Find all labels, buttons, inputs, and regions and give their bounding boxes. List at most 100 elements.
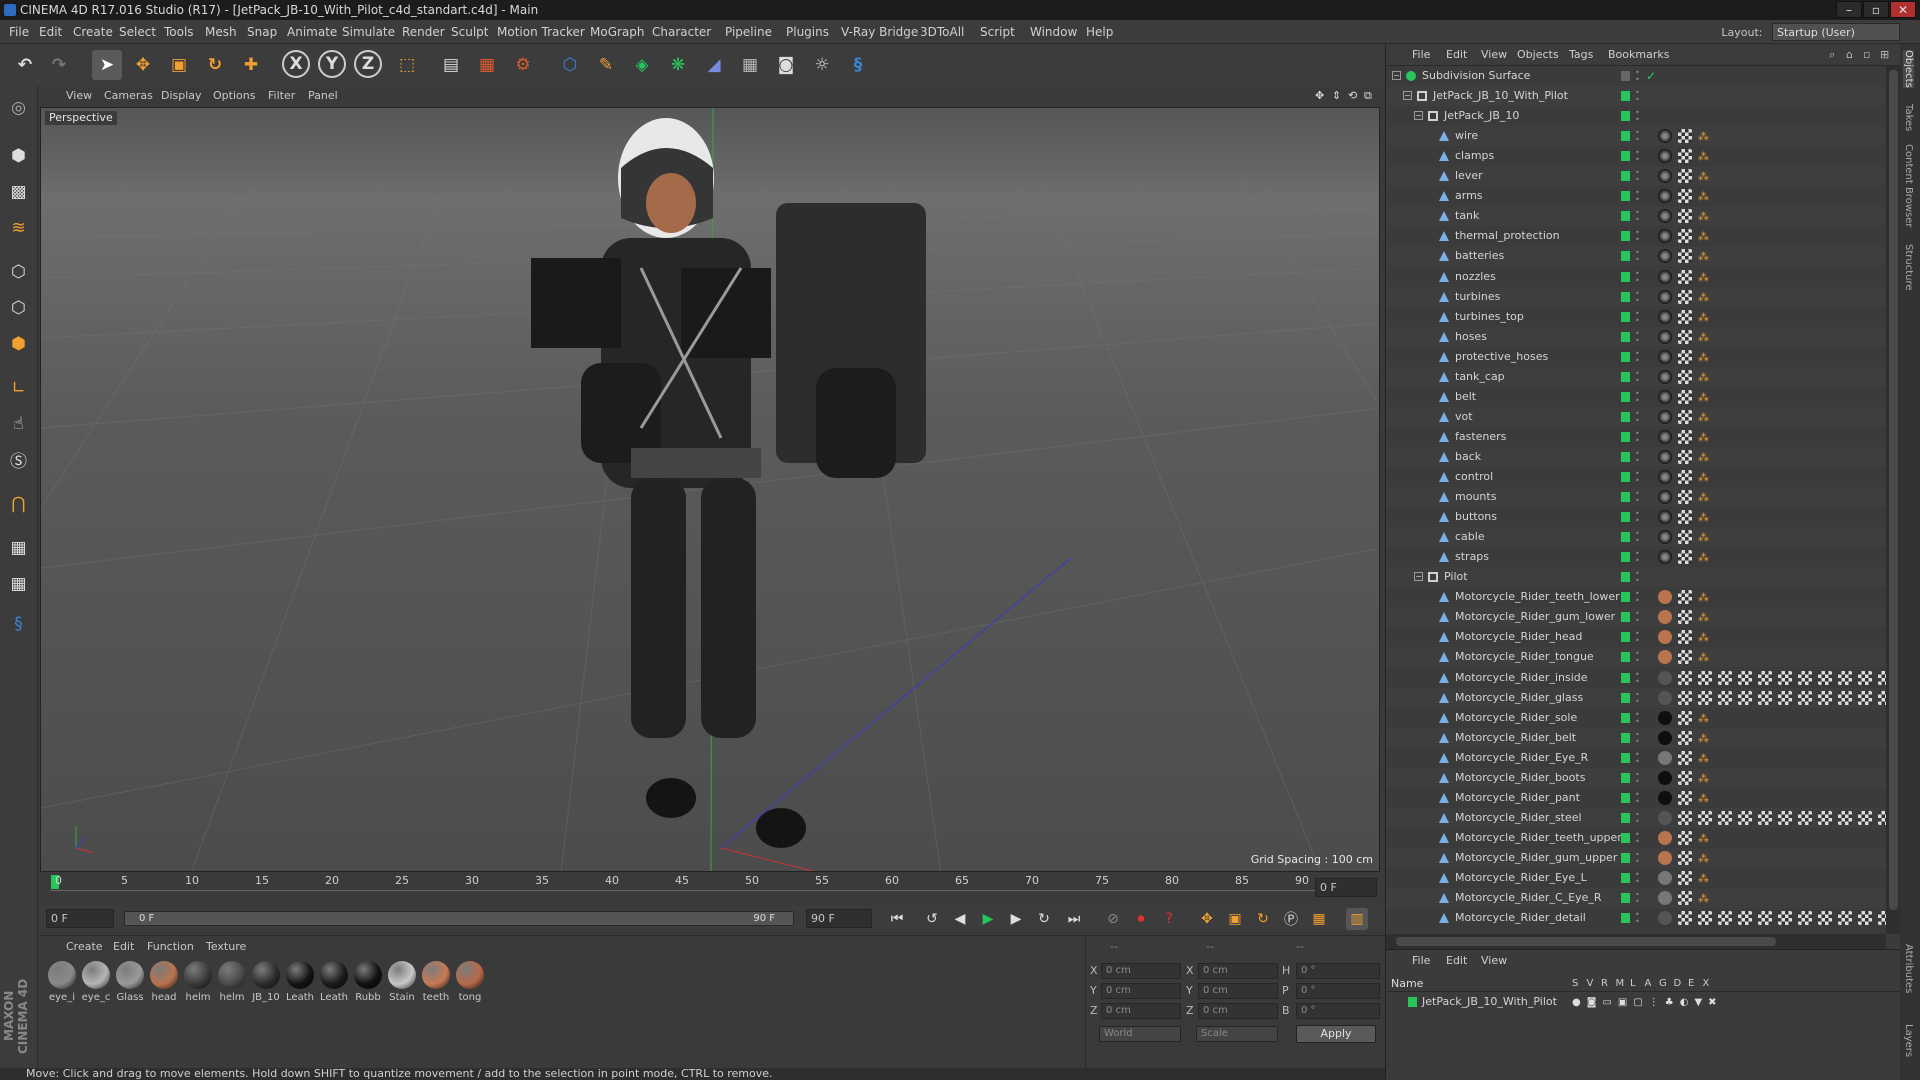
object-name[interactable]: hoses — [1455, 327, 1487, 347]
uvw-tag-icon[interactable] — [1678, 209, 1692, 223]
light-icon[interactable]: ☼ — [807, 50, 837, 80]
material-tag-icon[interactable] — [1658, 270, 1672, 284]
axis-z-button[interactable]: Z — [354, 50, 382, 78]
uvw-tag-icon[interactable] — [1718, 911, 1732, 925]
object-name[interactable]: Motorcycle_Rider_teeth_upper — [1455, 828, 1622, 848]
object-name[interactable]: control — [1455, 467, 1493, 487]
viewport-menu-cameras[interactable]: Cameras — [104, 86, 153, 106]
side-tab-content-browser[interactable]: Content Browser — [1903, 144, 1914, 227]
object-row[interactable]: tank • • ⁂ — [1386, 206, 1886, 226]
visibility-dots-icon[interactable]: • • — [1635, 811, 1640, 826]
coordinate-space-select[interactable]: World — [1099, 1026, 1181, 1042]
layer-color-swatch[interactable] — [1621, 773, 1630, 783]
uvw-tag-icon[interactable] — [1678, 691, 1692, 705]
rot-h-field[interactable]: 0 ° — [1296, 963, 1380, 979]
material-tag-icon[interactable] — [1658, 871, 1672, 885]
layer-color-swatch[interactable] — [1621, 512, 1630, 522]
uvw-tag-icon[interactable] — [1798, 811, 1812, 825]
phong-tag-icon[interactable]: ⁂ — [1698, 508, 1709, 528]
object-row[interactable]: cable • • ⁂ — [1386, 527, 1886, 547]
object-row[interactable]: batteries • • ⁂ — [1386, 246, 1886, 266]
uvw-tag-icon[interactable] — [1858, 671, 1872, 685]
side-tab-attributes[interactable]: Attributes — [1903, 944, 1914, 993]
keyframe-selection-icon[interactable]: ? — [1158, 908, 1180, 930]
object-name[interactable]: nozzles — [1455, 267, 1496, 287]
object-row[interactable]: Motorcycle_Rider_head • • ⁂ — [1386, 627, 1886, 647]
pos-x-field[interactable]: 0 cm — [1101, 963, 1181, 979]
layer-column-header[interactable]: V — [1587, 976, 1594, 992]
layer-color-swatch[interactable] — [1621, 312, 1630, 322]
layer-column-header[interactable]: A — [1645, 976, 1652, 992]
visibility-dots-icon[interactable]: • • — [1635, 209, 1640, 224]
object-row[interactable]: Motorcycle_Rider_sole • • ⁂ — [1386, 708, 1886, 728]
axis-y-button[interactable]: Y — [318, 50, 346, 78]
material-tag-icon[interactable] — [1658, 751, 1672, 765]
uvw-tag-icon[interactable] — [1678, 350, 1692, 364]
layer-column-header[interactable]: G — [1659, 976, 1667, 992]
points-mode-icon[interactable]: ⬡ — [3, 256, 34, 287]
object-row[interactable]: Motorcycle_Rider_glass • • — [1386, 688, 1886, 708]
visibility-dots-icon[interactable]: • • — [1635, 430, 1640, 445]
material-menu-function[interactable]: Function — [147, 938, 194, 956]
material-tag-icon[interactable] — [1658, 450, 1672, 464]
layer-color-swatch[interactable] — [1621, 392, 1630, 402]
layer-color-swatch[interactable] — [1621, 131, 1630, 141]
layer-color-swatch[interactable] — [1621, 612, 1630, 622]
uvw-tag-icon[interactable] — [1718, 811, 1732, 825]
uvw-tag-icon[interactable] — [1678, 590, 1692, 604]
uvw-tag-icon[interactable] — [1738, 671, 1752, 685]
object-name[interactable]: back — [1455, 447, 1481, 467]
material-tag-icon[interactable] — [1658, 630, 1672, 644]
layer-color-swatch[interactable] — [1621, 71, 1630, 81]
object-row[interactable]: Motorcycle_Rider_inside • • — [1386, 668, 1886, 688]
material-tag-icon[interactable] — [1658, 149, 1672, 163]
menu-render[interactable]: Render — [402, 20, 445, 44]
uvw-tag-icon[interactable] — [1698, 811, 1712, 825]
layer-color-swatch[interactable] — [1621, 673, 1630, 683]
next-key-icon[interactable]: ↻ — [1033, 908, 1055, 930]
menu-character[interactable]: Character — [652, 20, 711, 44]
object-name[interactable]: Motorcycle_Rider_detail — [1455, 908, 1586, 928]
layer-row[interactable]: JetPack_JB_10_With_Pilot ●◙▭▣▢⋮♣◐▼✖ — [1386, 993, 1901, 1011]
texture-mode-icon[interactable]: ▩ — [3, 176, 34, 207]
phong-tag-icon[interactable]: ⁂ — [1698, 729, 1709, 749]
material-tag-icon[interactable] — [1658, 530, 1672, 544]
material-tag-icon[interactable] — [1658, 350, 1672, 364]
menu-mesh[interactable]: Mesh — [205, 20, 237, 44]
object-name[interactable]: arms — [1455, 186, 1483, 206]
material-tag-icon[interactable] — [1658, 911, 1672, 925]
uvw-tag-icon[interactable] — [1678, 330, 1692, 344]
layer-color-swatch[interactable] — [1621, 452, 1630, 462]
cube-primitive-icon[interactable]: ⬡ — [555, 50, 585, 80]
material-tag-icon[interactable] — [1658, 891, 1672, 905]
viewport-maximize-icon[interactable]: ⧉ — [1364, 86, 1372, 106]
current-frame-field[interactable]: 0 F — [1315, 878, 1377, 897]
render-picture-viewer-icon[interactable]: ▦ — [472, 50, 502, 80]
menu-vray-bridge[interactable]: V-Ray Bridge — [841, 20, 918, 44]
objects-menu-edit[interactable]: Edit — [1446, 44, 1467, 66]
uvw-tag-icon[interactable] — [1678, 530, 1692, 544]
object-row[interactable]: clamps • • ⁂ — [1386, 146, 1886, 166]
phong-tag-icon[interactable]: ⁂ — [1698, 268, 1709, 288]
object-name[interactable]: JetPack_JB_10 — [1444, 106, 1519, 126]
object-row[interactable]: belt • • ⁂ — [1386, 387, 1886, 407]
uvw-tag-icon[interactable] — [1698, 911, 1712, 925]
layer-column-header[interactable]: R — [1601, 976, 1608, 992]
object-name[interactable]: protective_hoses — [1455, 347, 1548, 367]
object-name[interactable]: Motorcycle_Rider_glass — [1455, 688, 1583, 708]
material-tag-icon[interactable] — [1658, 771, 1672, 785]
object-name[interactable]: Motorcycle_Rider_teeth_lower — [1455, 587, 1620, 607]
phong-tag-icon[interactable]: ⁂ — [1698, 628, 1709, 648]
menu-edit[interactable]: Edit — [39, 20, 62, 44]
visibility-dots-icon[interactable]: • • — [1635, 270, 1640, 285]
uvw-tag-icon[interactable] — [1718, 671, 1732, 685]
layer-color-swatch[interactable] — [1621, 91, 1630, 101]
axis-x-button[interactable]: X — [282, 50, 310, 78]
camera-icon[interactable]: ◙ — [771, 50, 801, 80]
layers-menu-view[interactable]: View — [1481, 952, 1507, 970]
material-tag-icon[interactable] — [1658, 249, 1672, 263]
timeline-ruler[interactable]: 0 5 10 15 20 25 30 35 40 45 50 55 60 65 … — [40, 872, 1385, 906]
uvw-tag-icon[interactable] — [1878, 911, 1886, 925]
uvw-tag-icon[interactable] — [1698, 691, 1712, 705]
uvw-tag-icon[interactable] — [1678, 470, 1692, 484]
